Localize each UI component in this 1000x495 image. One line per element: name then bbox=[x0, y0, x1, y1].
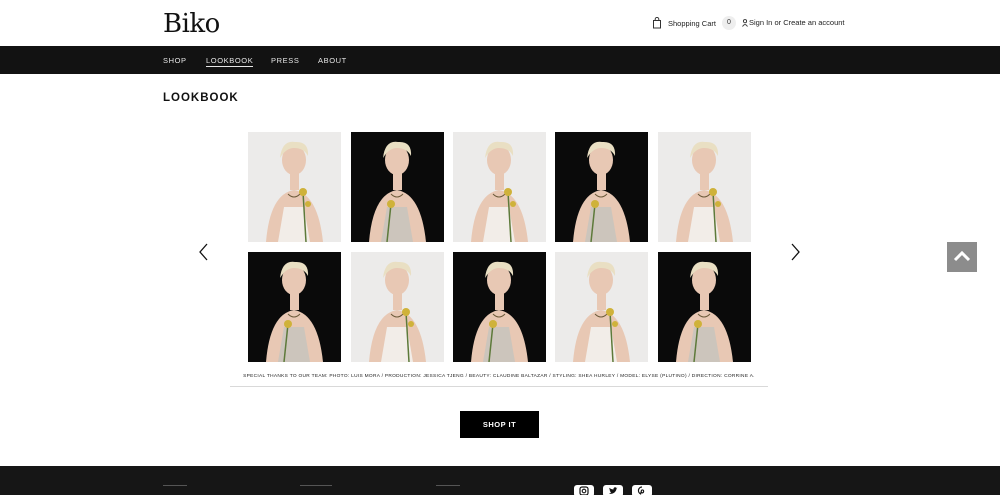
nav-item-about[interactable]: ABOUT bbox=[318, 56, 347, 65]
user-icon bbox=[742, 18, 748, 27]
pinterest-icon bbox=[637, 486, 645, 495]
lookbook-photo[interactable] bbox=[555, 252, 648, 362]
shop-it-button[interactable]: SHOP IT bbox=[460, 411, 539, 438]
footer-heading-1 bbox=[163, 485, 187, 486]
site-header: Biko Shopping Cart 0 Sign In or Create a… bbox=[0, 0, 1000, 46]
account-links: Sign In or Create an account bbox=[742, 18, 845, 27]
site-footer bbox=[0, 466, 1000, 495]
lookbook-photo[interactable] bbox=[555, 132, 648, 242]
create-account-link[interactable]: Create an account bbox=[783, 18, 844, 27]
lookbook-photo[interactable] bbox=[658, 252, 751, 362]
lookbook-photo[interactable] bbox=[453, 132, 546, 242]
instagram-icon bbox=[579, 486, 589, 495]
lookbook-photo[interactable] bbox=[351, 132, 444, 242]
shopping-cart-link[interactable]: Shopping Cart 0 bbox=[652, 16, 736, 30]
credits-divider bbox=[230, 386, 768, 387]
shopping-bag-icon bbox=[652, 17, 662, 29]
instagram-link[interactable] bbox=[574, 485, 594, 495]
account-separator: or bbox=[772, 18, 784, 27]
lookbook-photo[interactable] bbox=[453, 252, 546, 362]
footer-heading-2 bbox=[300, 485, 332, 486]
main-navigation: SHOP LOOKBOOK PRESS ABOUT bbox=[0, 46, 1000, 74]
page-title: LOOKBOOK bbox=[163, 92, 239, 104]
chevron-left-icon bbox=[199, 243, 208, 261]
credits-text: SPECIAL THANKS TO OUR TEAM: PHOTO: LUIS … bbox=[243, 374, 755, 379]
twitter-icon bbox=[609, 487, 618, 494]
twitter-link[interactable] bbox=[603, 485, 623, 495]
chevron-up-icon bbox=[953, 250, 971, 262]
pinterest-link[interactable] bbox=[632, 485, 652, 495]
nav-item-lookbook[interactable]: LOOKBOOK bbox=[206, 56, 254, 67]
gallery-prev-button[interactable] bbox=[196, 242, 212, 262]
lookbook-photo[interactable] bbox=[658, 132, 751, 242]
cart-count-badge: 0 bbox=[721, 16, 736, 30]
sign-in-link[interactable]: Sign In bbox=[749, 18, 772, 27]
cart-label: Shopping Cart bbox=[668, 18, 716, 28]
brand-logo[interactable]: Biko bbox=[163, 9, 220, 39]
nav-item-press[interactable]: PRESS bbox=[271, 56, 299, 65]
chevron-right-icon bbox=[791, 243, 800, 261]
footer-heading-3 bbox=[436, 485, 460, 486]
lookbook-photo[interactable] bbox=[248, 252, 341, 362]
lookbook-photo[interactable] bbox=[351, 252, 444, 362]
gallery-next-button[interactable] bbox=[787, 242, 803, 262]
nav-item-shop[interactable]: SHOP bbox=[163, 56, 187, 65]
back-to-top-button[interactable] bbox=[947, 242, 977, 272]
lookbook-photo[interactable] bbox=[248, 132, 341, 242]
